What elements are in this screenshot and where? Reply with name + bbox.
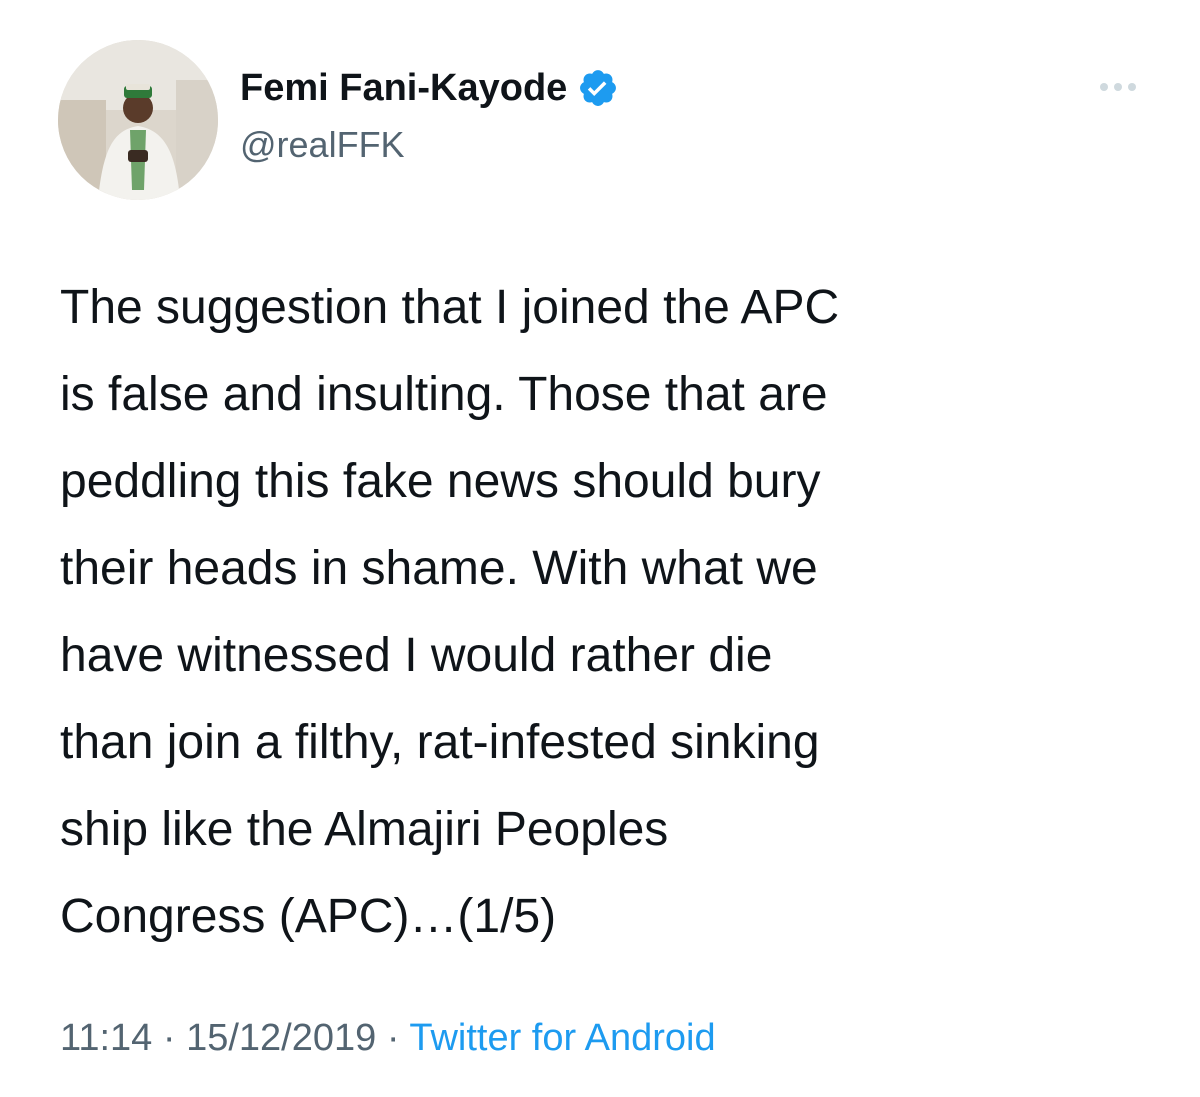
tweet-text-line: peddling this fake news should bury [60, 455, 821, 508]
tweet-text-line: The suggestion that I joined the APC [60, 281, 840, 334]
verified-badge-icon [577, 67, 619, 109]
tweet-card: Femi Fani-Kayode @realFFK The suggestion… [0, 0, 1200, 1097]
tweet-text-line: Congress (APC)…(1/5) [60, 890, 557, 943]
author-name-text: Femi Fani-Kayode [240, 67, 568, 109]
tweet-metadata: 11:14 · 15/12/2019 · Twitter for Android [60, 1012, 716, 1064]
tweet-time[interactable]: 11:14 [60, 1017, 152, 1059]
tweet-text-line: ship like the Almajiri Peoples [60, 803, 669, 856]
tweet-text-line: is false and insulting. Those that are [60, 368, 828, 421]
profile-photo [58, 40, 218, 200]
tweet-text-line: their heads in shame. With what we [60, 542, 818, 595]
tweet-text-line: than join a filthy, rat-infested sinking [60, 716, 820, 769]
author-name[interactable]: Femi Fani-Kayode [240, 65, 619, 111]
more-options-icon[interactable] [1094, 70, 1142, 104]
meta-separator: · [386, 1017, 410, 1059]
meta-separator: · [162, 1017, 187, 1059]
tweet-date[interactable]: 15/12/2019 [186, 1017, 376, 1059]
tweet-text: The suggestion that I joined the APC is … [60, 264, 1160, 960]
tweet-text-line: have witnessed I would rather die [60, 629, 773, 682]
tweet-source-link[interactable]: Twitter for Android [409, 1017, 715, 1059]
author-handle[interactable]: @realFFK [240, 124, 405, 166]
avatar[interactable] [58, 40, 218, 200]
